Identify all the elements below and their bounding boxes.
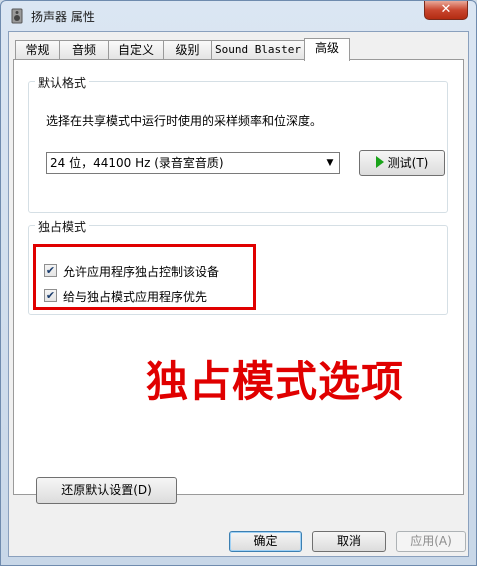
test-button-label: 测试(T) <box>387 156 429 170</box>
exclusive-mode-title: 独占模式 <box>35 218 90 235</box>
tab-general[interactable]: 常规 <box>15 40 60 60</box>
cancel-button[interactable]: 取消 <box>312 531 386 552</box>
annotation-highlight-box <box>33 244 256 310</box>
tab-custom[interactable]: 自定义 <box>108 40 164 60</box>
tab-sound-blaster[interactable]: Sound Blaster <box>211 40 305 60</box>
title-bar[interactable]: 扬声器 属性 ✕ <box>1 1 476 31</box>
annotation-text: 独占模式选项 <box>146 357 405 406</box>
sample-format-select[interactable]: 24 位，44100 Hz (录音室音质) ▼ <box>46 152 340 174</box>
play-icon <box>375 156 384 168</box>
restore-defaults-button[interactable]: 还原默认设置(D) <box>36 477 177 504</box>
tab-levels[interactable]: 级别 <box>163 40 212 60</box>
close-button[interactable]: ✕ <box>424 1 468 20</box>
tab-audio[interactable]: 音频 <box>59 40 109 60</box>
default-format-description: 选择在共享模式中运行时使用的采样频率和位深度。 <box>46 114 323 128</box>
tab-advanced[interactable]: 高级 <box>304 38 350 61</box>
speaker-icon <box>11 8 23 24</box>
dialog-client: 常规 音频 自定义 级别 Sound Blaster 高级 默认格式 选择在共享… <box>8 31 469 557</box>
chevron-down-icon: ▼ <box>326 158 334 168</box>
close-icon: ✕ <box>440 2 452 17</box>
default-format-title: 默认格式 <box>35 74 90 91</box>
apply-button[interactable]: 应用(A) <box>396 531 466 552</box>
test-button[interactable]: 测试(T) <box>359 150 445 176</box>
advanced-tab-panel: 默认格式 选择在共享模式中运行时使用的采样频率和位深度。 24 位，44100 … <box>13 59 464 504</box>
sample-format-value: 24 位，44100 Hz (录音室音质) <box>50 156 224 170</box>
window-title: 扬声器 属性 <box>31 10 95 24</box>
speaker-properties-window: 扬声器 属性 ✕ 常规 音频 自定义 级别 Sound Blaster 高级 默… <box>0 0 477 566</box>
ok-button[interactable]: 确定 <box>229 531 302 552</box>
default-format-group: 默认格式 选择在共享模式中运行时使用的采样频率和位深度。 24 位，44100 … <box>28 74 448 213</box>
